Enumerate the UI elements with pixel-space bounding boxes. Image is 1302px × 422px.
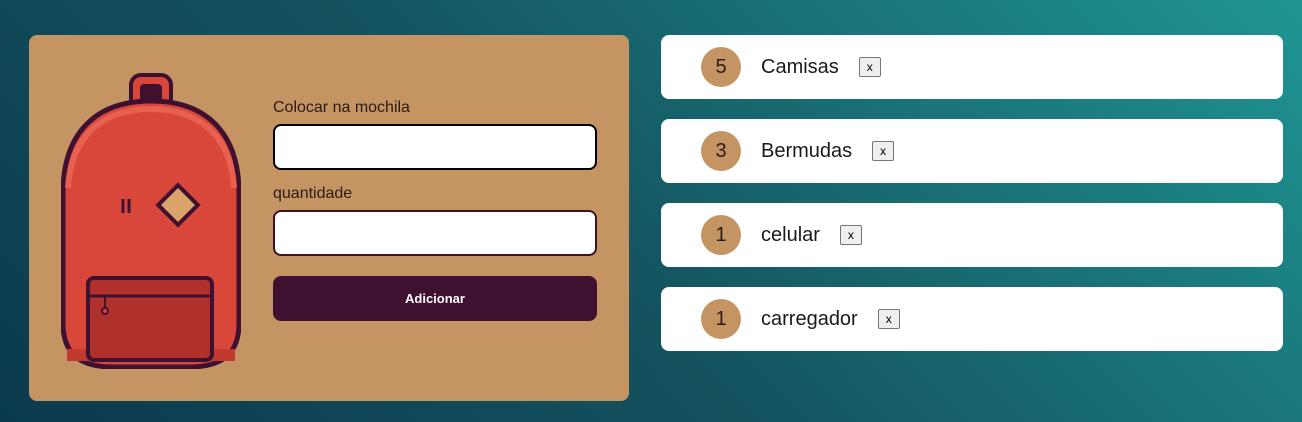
item-name: Camisas (761, 55, 839, 78)
item-input[interactable] (273, 124, 597, 170)
remove-button[interactable]: x (839, 225, 862, 245)
add-item-panel: Colocar na mochila quantidade Adicionar (29, 35, 629, 401)
remove-button[interactable]: x (858, 57, 881, 77)
item-name: carregador (761, 307, 858, 330)
backpack-illustration (61, 73, 241, 369)
quantity-badge: 1 (701, 215, 741, 255)
quantity-badge: 1 (701, 299, 741, 339)
quantity-label: quantidade (273, 185, 353, 202)
list-item: 5 Camisas x (661, 35, 1283, 99)
quantity-badge: 3 (701, 131, 741, 171)
list-item: 1 celular x (661, 203, 1283, 267)
add-button[interactable]: Adicionar (273, 276, 597, 321)
remove-button[interactable]: x (872, 141, 895, 161)
item-label: Colocar na mochila (273, 99, 410, 116)
item-name: Bermudas (761, 139, 853, 162)
items-list: 5 Camisas x 3 Bermudas x 1 celular x 1 c… (661, 35, 1283, 371)
remove-button[interactable]: x (877, 309, 900, 329)
add-item-form: Colocar na mochila quantidade Adicionar (273, 99, 597, 321)
quantity-badge: 5 (701, 47, 741, 87)
list-item: 1 carregador x (661, 287, 1283, 351)
quantity-input[interactable] (273, 210, 597, 256)
item-name: celular (761, 223, 820, 246)
list-item: 3 Bermudas x (661, 119, 1283, 183)
